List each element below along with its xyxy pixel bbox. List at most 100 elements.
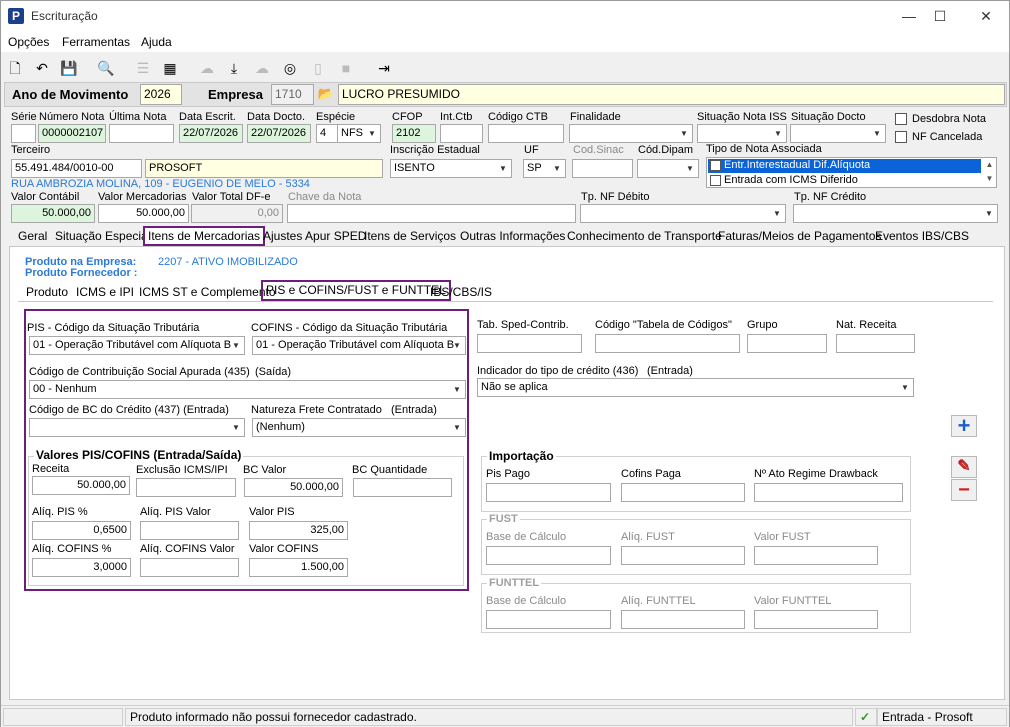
pis-pago-input[interactable]: [486, 483, 611, 502]
valor-dfe-input[interactable]: 0,00: [191, 204, 283, 223]
subtab-ibs-cbs[interactable]: IBS/CBS/IS: [427, 284, 495, 302]
edit-item-button[interactable]: ✎: [951, 456, 977, 478]
numero-input[interactable]: 0000002107: [38, 124, 106, 143]
cloud-icon[interactable]: ☁: [196, 57, 218, 79]
subtab-icms-st[interactable]: ICMS ST e Complemento: [136, 284, 279, 302]
sit-iss-select[interactable]: ▼: [697, 124, 787, 143]
codctb-input[interactable]: [488, 124, 564, 143]
tab-faturas[interactable]: Faturas/Meios de Pagamentos: [715, 228, 884, 246]
remove-item-button[interactable]: −: [951, 479, 977, 501]
bc-valor-input[interactable]: 50.000,00: [244, 478, 343, 497]
tipo-assoc-checkbox-1[interactable]: [710, 160, 721, 171]
indicador-select[interactable]: Não se aplica ▼: [477, 378, 914, 397]
maximize-button[interactable]: ☐: [925, 5, 955, 27]
menu-ajuda[interactable]: Ajuda: [141, 35, 172, 49]
aliq-pis-input[interactable]: 0,6500: [32, 521, 131, 540]
bc-credito-select[interactable]: ▼: [29, 418, 245, 437]
tp-credito-select[interactable]: ▼: [793, 204, 998, 223]
tab-itens-servicos[interactable]: Itens de Serviços: [361, 228, 459, 246]
bc-qtd-input[interactable]: [353, 478, 452, 497]
cofins-paga-input[interactable]: [621, 483, 745, 502]
funttel-base-input[interactable]: [486, 610, 611, 629]
exit-door-icon[interactable]: ⇥: [373, 57, 395, 79]
download-icon[interactable]: ⤓: [223, 57, 245, 79]
ultima-input[interactable]: [109, 124, 174, 143]
valor-cofins-input[interactable]: 1.500,00: [249, 558, 348, 577]
empresa-code-input[interactable]: 1710: [271, 84, 314, 105]
minimize-button[interactable]: —: [894, 5, 924, 27]
tab-itens-mercadorias[interactable]: Itens de Mercadorias: [143, 226, 266, 246]
data-escrit-input[interactable]: 22/07/2026: [179, 124, 243, 143]
subtab-icms-ipi[interactable]: ICMS e IPI: [73, 284, 137, 302]
subtab-produto[interactable]: Produto: [23, 284, 71, 302]
tab-outras-informacoes[interactable]: Outras Informações: [457, 228, 568, 246]
undo-icon[interactable]: ↶: [31, 57, 53, 79]
serie-input[interactable]: [11, 124, 36, 143]
intctb-input[interactable]: [440, 124, 483, 143]
terceiro-cnpj-input[interactable]: 55.491.484/0010-00: [11, 159, 142, 178]
desdobra-checkbox[interactable]: [895, 113, 907, 125]
ie-select[interactable]: ISENTO ▼: [390, 159, 512, 178]
pis-cst-select[interactable]: 01 - Operação Tributável com Alíquota B ▼: [29, 336, 245, 355]
tab-conhecimento-transporte[interactable]: Conhecimento de Transporte: [564, 228, 725, 246]
especie-num-input[interactable]: 4: [316, 124, 338, 143]
tree-icon[interactable]: ☰: [132, 57, 154, 79]
aliq-pis-valor-input[interactable]: [140, 521, 239, 540]
data-docto-input[interactable]: 22/07/2026: [247, 124, 311, 143]
doc-icon[interactable]: ▯: [307, 57, 329, 79]
scroll-arrows-icon[interactable]: ▲ ▼: [983, 158, 996, 187]
uf-select[interactable]: SP ▼: [523, 159, 566, 178]
nat-frete-select[interactable]: (Nenhum) ▼: [252, 418, 466, 437]
folder-icon[interactable]: 📂: [315, 83, 337, 105]
codsinac-input[interactable]: [572, 159, 633, 178]
ano-input[interactable]: 2026: [140, 84, 182, 105]
valor-merc-input[interactable]: 50.000,00: [98, 204, 189, 223]
close-button[interactable]: ✕: [971, 5, 1001, 27]
tab-sped-input[interactable]: [477, 334, 582, 353]
coddipam-select[interactable]: ▼: [637, 159, 699, 178]
cofins-cst-select[interactable]: 01 - Operação Tributável com Alíquota B ▼: [252, 336, 466, 355]
tipo-assoc-item-1[interactable]: Entr.Interestadual Dif.Alíquota: [724, 159, 870, 171]
blank-icon[interactable]: ■: [335, 57, 357, 79]
cfop-input[interactable]: 2102: [392, 124, 436, 143]
subtab-pis-cofins[interactable]: PIS e COFINS/FUST e FUNTTEL: [261, 280, 451, 301]
tab-eventos-ibs[interactable]: Eventos IBS/CBS: [872, 228, 972, 246]
calculator-icon[interactable]: ▦: [159, 57, 181, 79]
valor-contabil-input[interactable]: 50.000,00: [11, 204, 95, 223]
aliq-cofins-valor-input[interactable]: [140, 558, 239, 577]
add-item-button[interactable]: +: [951, 415, 977, 437]
cod-tabela-input[interactable]: [595, 334, 740, 353]
menu-opcoes[interactable]: Opções: [8, 35, 49, 49]
tipo-assoc-item-2[interactable]: Entrada com ICMS Diferido: [724, 174, 858, 186]
nat-receita-input[interactable]: [836, 334, 915, 353]
cancelada-checkbox[interactable]: [895, 131, 907, 143]
tipo-assoc-checkbox-2[interactable]: [710, 175, 721, 186]
save-icon[interactable]: 💾: [58, 57, 80, 79]
funttel-valor-input[interactable]: [754, 610, 878, 629]
new-icon[interactable]: 🗋: [4, 57, 26, 79]
tp-debito-select[interactable]: ▼: [580, 204, 786, 223]
preview-icon[interactable]: 🔍: [95, 57, 117, 79]
cloud2-icon[interactable]: ☁: [251, 57, 273, 79]
drawback-input[interactable]: [754, 483, 903, 502]
exclusao-input[interactable]: [136, 478, 236, 497]
csa-select[interactable]: 00 - Nenhum ▼: [29, 380, 466, 399]
tab-situacao-especial[interactable]: Situação Especial: [52, 228, 153, 246]
valor-pis-input[interactable]: 325,00: [249, 521, 348, 540]
funttel-aliq-input[interactable]: [621, 610, 745, 629]
menu-ferramentas[interactable]: Ferramentas: [62, 35, 130, 49]
fust-aliq-input[interactable]: [621, 546, 745, 565]
fust-valor-input[interactable]: [754, 546, 878, 565]
finalidade-select[interactable]: ▼: [569, 124, 693, 143]
tab-geral[interactable]: Geral: [15, 228, 50, 246]
aliq-cofins-input[interactable]: 3,0000: [32, 558, 131, 577]
chave-input[interactable]: [287, 204, 576, 223]
fust-base-input[interactable]: [486, 546, 611, 565]
especie-select[interactable]: NFS ▼: [337, 124, 381, 143]
tab-ajustes-sped[interactable]: Ajustes Apur SPED: [260, 228, 369, 246]
receita-input[interactable]: 50.000,00: [32, 476, 130, 495]
cib-icon[interactable]: ◎: [279, 57, 301, 79]
grupo-input[interactable]: [747, 334, 827, 353]
tipo-assoc-list[interactable]: Entr.Interestadual Dif.Alíquota Entrada …: [706, 157, 997, 188]
sit-docto-select[interactable]: ▼: [790, 124, 886, 143]
